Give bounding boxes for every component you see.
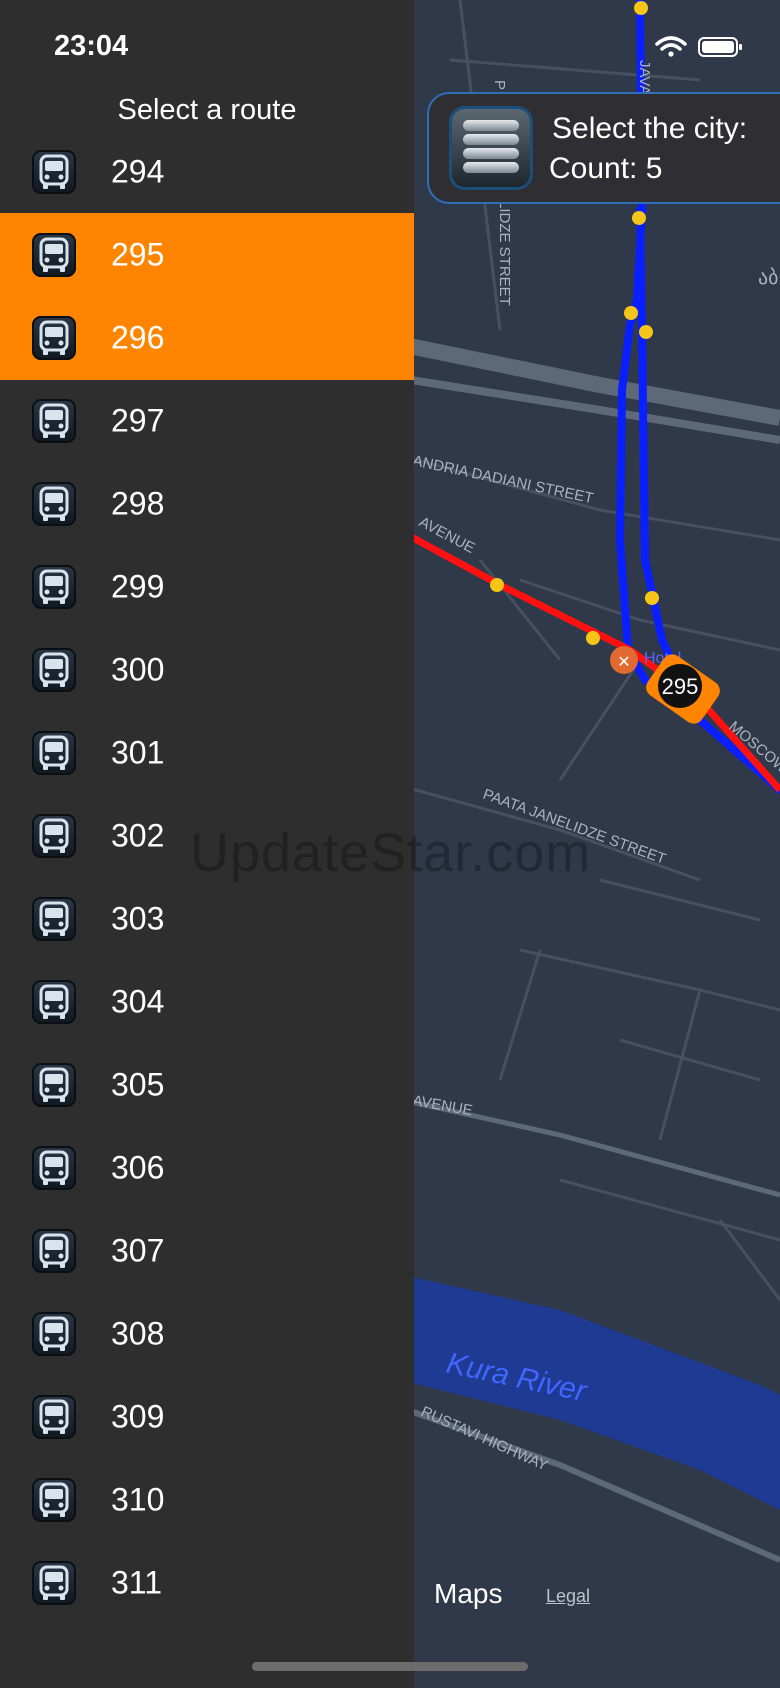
- route-item-11[interactable]: 305: [0, 1043, 414, 1127]
- bus-icon: [32, 565, 76, 609]
- bus-icon: [32, 980, 76, 1024]
- route-item-13[interactable]: 307: [0, 1209, 414, 1293]
- route-number: 301: [111, 734, 165, 771]
- route-number: 295: [111, 236, 165, 273]
- georgian-label: აბ: [758, 265, 779, 289]
- route-number: 298: [111, 485, 165, 522]
- bus-icon: [32, 316, 76, 360]
- bus-icon: [32, 1229, 76, 1273]
- bus-icon: [32, 399, 76, 443]
- city-selector-card[interactable]: Select the city: Count: 5: [427, 92, 780, 204]
- city-count: Count: 5: [549, 152, 663, 185]
- route-item-4[interactable]: 298: [0, 462, 414, 546]
- route-number: 300: [111, 651, 165, 688]
- route-item-10[interactable]: 304: [0, 960, 414, 1044]
- route-selection-panel: 23:04 Select a route 294 295 296 297 298 299 3…: [0, 0, 414, 1688]
- route-item-0[interactable]: 294: [0, 130, 414, 214]
- route-item-3[interactable]: 297: [0, 379, 414, 463]
- wifi-icon: [655, 36, 687, 57]
- battery-icon: [698, 37, 742, 57]
- route-item-5[interactable]: 299: [0, 545, 414, 629]
- legal-link[interactable]: Legal: [546, 1586, 590, 1607]
- street-label-lidze: LIDZE STREET: [496, 200, 513, 306]
- bus-icon: [32, 1063, 76, 1107]
- route-number: 304: [111, 983, 165, 1020]
- route-item-12[interactable]: 306: [0, 1126, 414, 1210]
- city-select-title: Select the city:: [552, 112, 748, 145]
- route-item-2[interactable]: 296: [0, 296, 414, 380]
- bus-icon: [32, 731, 76, 775]
- route-number: 302: [111, 817, 165, 854]
- route-number: 306: [111, 1149, 165, 1186]
- route-number: 310: [111, 1481, 165, 1518]
- route-number: 297: [111, 402, 165, 439]
- route-number: 303: [111, 900, 165, 937]
- route-number: 294: [111, 153, 165, 190]
- route-item-1[interactable]: 295: [0, 213, 414, 297]
- route-item-8[interactable]: 302: [0, 794, 414, 878]
- route-number: 299: [111, 568, 165, 605]
- bus-icon: [32, 1478, 76, 1522]
- route-number: 305: [111, 1066, 165, 1103]
- bus-icon: [32, 1312, 76, 1356]
- bus-icon: [32, 897, 76, 941]
- home-indicator[interactable]: [252, 1662, 528, 1671]
- route-item-17[interactable]: 311: [0, 1541, 414, 1625]
- maps-attribution: Maps: [434, 1578, 503, 1609]
- bus-icon: [32, 1395, 76, 1439]
- bus-icon: [32, 648, 76, 692]
- bus-icon: [32, 482, 76, 526]
- route-item-16[interactable]: 310: [0, 1458, 414, 1542]
- bus-icon: [32, 1561, 76, 1605]
- svg-text:✕: ✕: [617, 652, 630, 671]
- bus-icon: [32, 814, 76, 858]
- bus-icon: [32, 1146, 76, 1190]
- route-number: 308: [111, 1315, 165, 1352]
- route-item-6[interactable]: 300: [0, 628, 414, 712]
- route-number: 311: [111, 1564, 163, 1601]
- vehicle-route-label: 295: [662, 674, 699, 699]
- route-number: 309: [111, 1398, 165, 1435]
- panel-title: Select a route: [117, 94, 297, 126]
- route-item-9[interactable]: 303: [0, 877, 414, 961]
- restaurant-poi-icon[interactable]: ✕: [610, 646, 638, 674]
- bus-icon: [32, 233, 76, 277]
- route-item-7[interactable]: 301: [0, 711, 414, 795]
- street-label-p: P: [491, 80, 508, 90]
- status-icons: [655, 34, 775, 65]
- route-number: 296: [111, 319, 165, 356]
- route-number: 307: [111, 1232, 165, 1269]
- city-menu-icon[interactable]: [449, 106, 533, 190]
- bus-icon: [32, 150, 76, 194]
- route-item-14[interactable]: 308: [0, 1292, 414, 1376]
- route-item-15[interactable]: 309: [0, 1375, 414, 1459]
- status-time: 23:04: [54, 30, 129, 62]
- apple-maps-logo: Maps: [434, 1578, 502, 1610]
